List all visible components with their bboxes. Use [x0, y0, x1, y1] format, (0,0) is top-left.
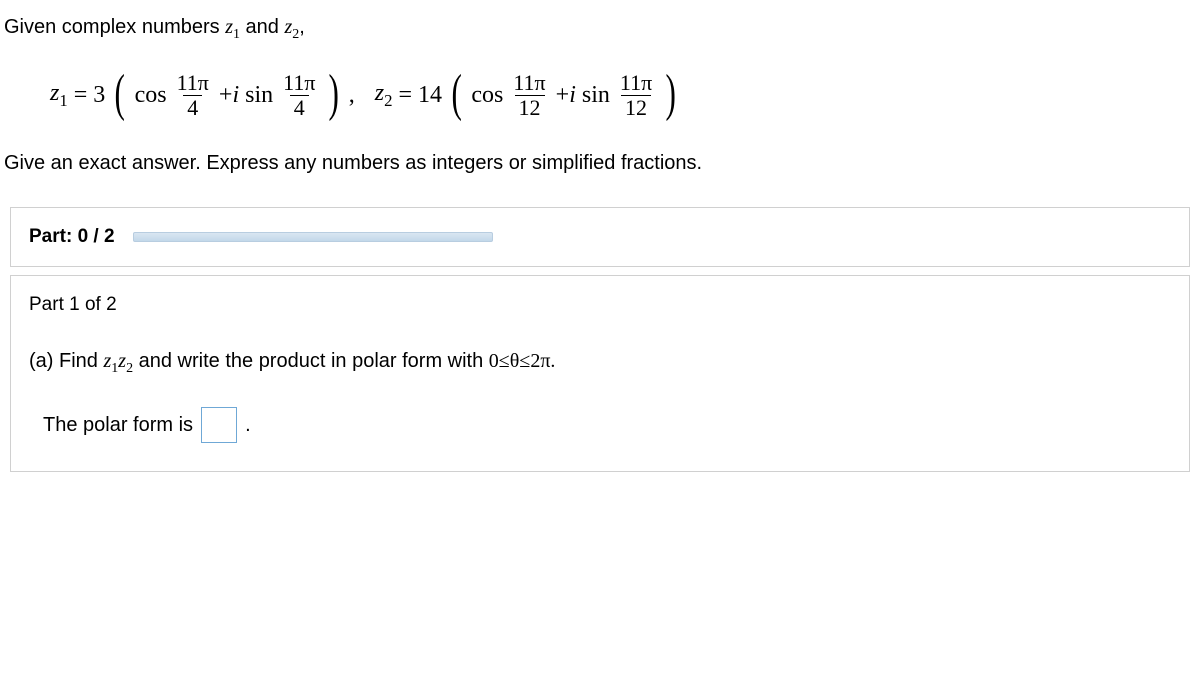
- answer-instruction: Give an exact answer. Express any number…: [0, 144, 1200, 195]
- q-z1: z1: [103, 350, 118, 372]
- z1-coef: 3: [93, 82, 105, 109]
- z2-var: z2: [284, 16, 299, 38]
- answer-label: The polar form is: [43, 414, 193, 437]
- question-text: (a) Find z1z2 and write the product in p…: [29, 350, 1171, 377]
- cos-1: cos: [135, 82, 167, 109]
- eq-sign-2: =: [399, 82, 413, 109]
- z1-frac-2: 11π 4: [281, 71, 317, 120]
- intro-prefix: Given complex numbers: [4, 16, 225, 38]
- comma: ,: [349, 82, 355, 109]
- plus-isin-1: +i sin: [219, 82, 273, 109]
- eq-sign-1: =: [74, 82, 88, 109]
- z2-frac-1: 11π 12: [511, 71, 547, 120]
- part-progress-container: Part: 0 / 2: [10, 207, 1190, 267]
- intro-mid: and: [240, 16, 284, 38]
- intro-suffix: ,: [299, 16, 305, 38]
- part-progress-label: Part: 0 / 2: [29, 226, 115, 248]
- z1-formula-var: z1: [50, 80, 68, 111]
- progress-bar: [133, 232, 493, 242]
- z2-coef: 14: [418, 82, 442, 109]
- cos-2: cos: [471, 82, 503, 109]
- q-mid: and write the product in polar form with: [133, 350, 489, 372]
- z2-formula-var: z2: [375, 80, 393, 111]
- z1-frac-1: 11π 4: [175, 71, 211, 120]
- polar-form-input[interactable]: [201, 407, 237, 443]
- answer-suffix: .: [245, 414, 251, 437]
- part-title: Part 1 of 2: [29, 294, 1171, 316]
- formula-display: z1 = 3 ( cos 11π 4 +i sin 11π 4 ) , z2 =…: [0, 51, 1200, 144]
- part-1-container: Part 1 of 2 (a) Find z1z2 and write the …: [10, 275, 1190, 472]
- q-prefix: (a) Find: [29, 350, 103, 372]
- plus-isin-2: +i sin: [556, 82, 610, 109]
- answer-line: The polar form is .: [29, 407, 1171, 443]
- q-z2: z2: [118, 350, 133, 372]
- problem-intro: Given complex numbers z1 and z2,: [0, 0, 1200, 51]
- q-range: 0≤θ≤2π.: [489, 350, 556, 372]
- z1-var: z1: [225, 16, 240, 38]
- z2-frac-2: 11π 12: [618, 71, 654, 120]
